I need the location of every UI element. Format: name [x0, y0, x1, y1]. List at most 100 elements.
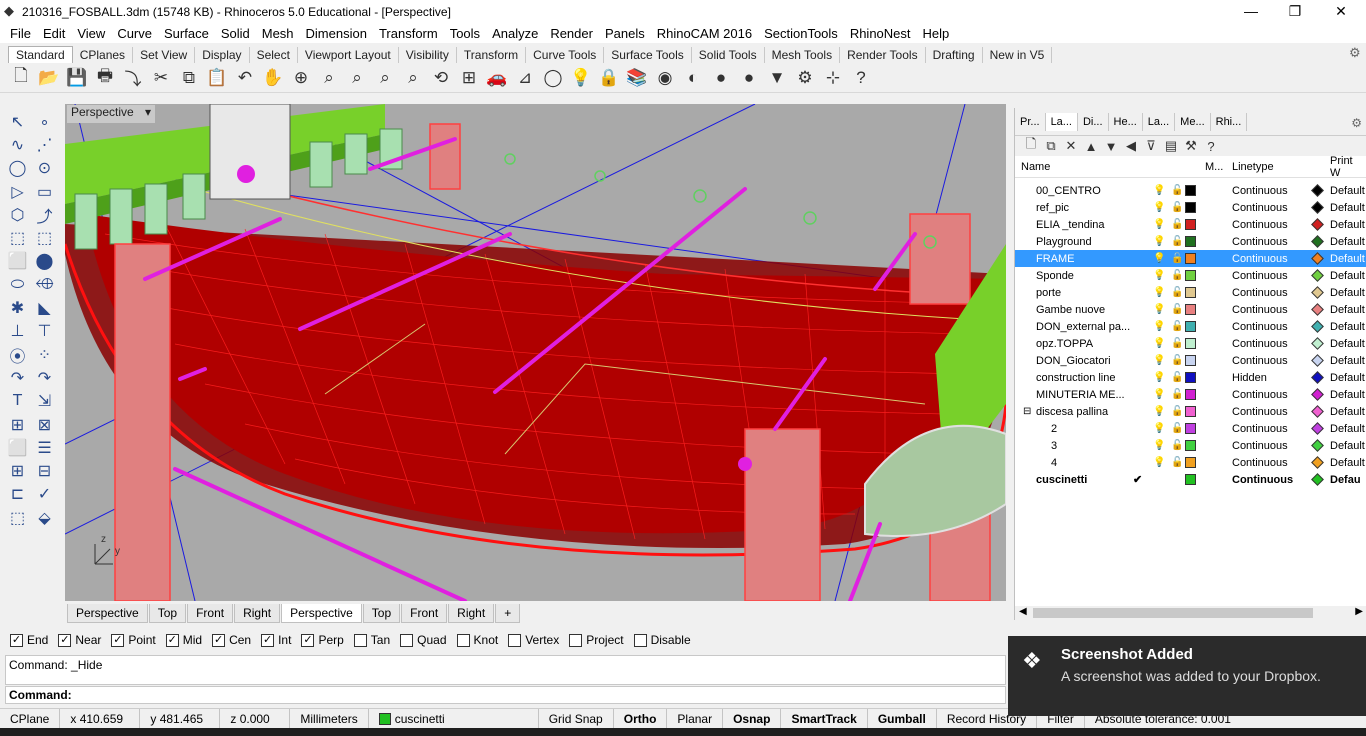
layer-row[interactable]: DON_external pa... 💡 🔓 Continuous Default — [1015, 318, 1366, 335]
viewport-tab-right[interactable]: Right — [234, 603, 281, 623]
toolbar-tab-drafting[interactable]: Drafting — [926, 47, 983, 63]
status-smarttrack[interactable]: SmartTrack — [781, 708, 868, 729]
layer-tool-icon[interactable]: ▤ — [1161, 138, 1181, 154]
layer-name[interactable]: discesa pallina — [1036, 406, 1136, 418]
layer-name[interactable]: ELIA _tendina — [1036, 219, 1136, 231]
paste-icon[interactable]: 📋 — [204, 65, 230, 91]
layer-print-width[interactable]: Default — [1330, 406, 1365, 418]
layer-name[interactable]: Sponde — [1036, 270, 1136, 282]
toolbar-tab-curve-tools[interactable]: Curve Tools — [526, 47, 605, 63]
layer-row[interactable]: FRAME 💡 🔓 Continuous Default — [1015, 250, 1366, 267]
layer-name[interactable]: opz.TOPPA — [1036, 338, 1136, 350]
toolbar-tab-set-view[interactable]: Set View — [133, 47, 196, 63]
layer-row[interactable]: 2 💡 🔓 Continuous Default — [1015, 420, 1366, 437]
layer-color-swatch[interactable] — [1185, 321, 1196, 332]
toolbar-tab-render-tools[interactable]: Render Tools — [840, 47, 926, 63]
viewport-title[interactable]: Perspective ▾ — [67, 105, 156, 123]
layer-print-width[interactable]: Defau — [1330, 474, 1361, 486]
layer-print-width[interactable]: Default — [1330, 270, 1365, 282]
print-color-icon[interactable] — [1311, 371, 1324, 384]
layer-row[interactable]: cuscinetti ✔ Continuous Defau — [1015, 471, 1366, 488]
cut-icon[interactable]: ✂ — [148, 65, 174, 91]
layer-name[interactable]: DON_external pa... — [1036, 321, 1136, 333]
viewport-tab-front[interactable]: Front — [401, 603, 448, 623]
menu-analyze[interactable]: Analyze — [486, 26, 544, 41]
print-icon[interactable]: 🖶 — [92, 65, 118, 91]
left-tool-icon[interactable]: ⊏ — [4, 483, 31, 506]
layer-linetype[interactable]: Continuous — [1232, 355, 1288, 367]
layer-color-swatch[interactable] — [1185, 389, 1196, 400]
panel-settings-icon[interactable]: ⚙ — [1351, 116, 1362, 130]
toolbar-tab-standard[interactable]: Standard — [8, 46, 73, 63]
light-bulb-icon[interactable]: 💡 — [1153, 321, 1165, 332]
layer-row[interactable]: 4 💡 🔓 Continuous Default — [1015, 454, 1366, 471]
layer-print-width[interactable]: Default — [1330, 202, 1365, 214]
menu-solid[interactable]: Solid — [215, 26, 256, 41]
layer-print-width[interactable]: Default — [1330, 440, 1365, 452]
layer-linetype[interactable]: Continuous — [1232, 423, 1288, 435]
left-tool-icon[interactable]: ◣ — [31, 296, 58, 319]
layer-print-width[interactable]: Default — [1330, 304, 1365, 316]
layer-linetype[interactable]: Continuous — [1232, 389, 1288, 401]
osnap-knot[interactable]: Knot — [456, 633, 498, 647]
layer-linetype[interactable]: Continuous — [1232, 440, 1288, 452]
light-bulb-icon[interactable]: 💡 — [1153, 304, 1165, 315]
menu-curve[interactable]: Curve — [111, 26, 158, 41]
close-button[interactable]: ✕ — [1318, 0, 1364, 23]
osnap-cen[interactable]: ✓ Cen — [212, 633, 251, 647]
menu-file[interactable]: File — [4, 26, 37, 41]
layer-name[interactable]: 3 — [1051, 440, 1151, 452]
print-color-icon[interactable] — [1311, 405, 1324, 418]
panel-tab-1[interactable]: La... — [1045, 112, 1078, 131]
viewport-tab-top[interactable]: Top — [362, 603, 401, 623]
left-tool-icon[interactable]: ▭ — [31, 180, 58, 203]
layer-name[interactable]: construction line — [1036, 372, 1136, 384]
left-tool-icon[interactable]: ⬙ — [31, 506, 58, 529]
car-icon[interactable]: 🚗 — [484, 65, 510, 91]
left-tool-icon[interactable]: ⇲ — [31, 390, 58, 413]
unlock-icon[interactable]: 🔓 — [1171, 372, 1183, 383]
layer-linetype[interactable]: Hidden — [1232, 372, 1267, 384]
layer-color-swatch[interactable] — [1185, 372, 1196, 383]
add-viewport-tab-icon[interactable]: + — [495, 603, 521, 623]
layer-linetype[interactable]: Continuous — [1232, 321, 1288, 333]
print-color-icon[interactable] — [1311, 303, 1324, 316]
left-tool-icon[interactable]: ↷ — [31, 366, 58, 389]
checkbox-icon[interactable]: ✓ — [165, 633, 179, 647]
checkbox-icon[interactable] — [508, 633, 522, 647]
left-tool-icon[interactable]: ⬤ — [31, 250, 58, 273]
light-bulb-icon[interactable]: 💡 — [1153, 202, 1165, 213]
layer-name[interactable]: cuscinetti — [1036, 474, 1136, 486]
zoom-extents-icon[interactable]: ⌕ — [372, 65, 398, 91]
checkbox-icon[interactable] — [456, 633, 470, 647]
checkbox-icon[interactable]: ✓ — [10, 633, 23, 647]
status-planar[interactable]: Planar — [667, 708, 724, 729]
left-tool-icon[interactable]: ⊤ — [31, 320, 58, 343]
layer-tool-icon[interactable]: ⚒ — [1181, 138, 1201, 154]
layer-color-swatch[interactable] — [1185, 423, 1196, 434]
unlock-icon[interactable]: 🔓 — [1171, 355, 1183, 366]
units-label[interactable]: Millimeters — [290, 708, 369, 729]
menu-surface[interactable]: Surface — [158, 26, 215, 41]
menu-view[interactable]: View — [71, 26, 111, 41]
cplane-icon[interactable]: ⊿ — [512, 65, 538, 91]
viewport-tab-top[interactable]: Top — [148, 603, 187, 623]
light-bulb-icon[interactable]: 💡 — [1153, 338, 1165, 349]
checkbox-icon[interactable]: ✓ — [261, 633, 275, 647]
toolbar-tab-solid-tools[interactable]: Solid Tools — [692, 47, 765, 63]
unlock-icon[interactable]: 🔓 — [1171, 219, 1183, 230]
layer-linetype[interactable]: Continuous — [1232, 202, 1288, 214]
panel-tab-2[interactable]: Di... — [1078, 112, 1109, 131]
status-gumball[interactable]: Gumball — [868, 708, 937, 729]
print-color-icon[interactable] — [1311, 422, 1324, 435]
collapse-icon[interactable]: ⊟ — [1023, 406, 1031, 417]
print-color-icon[interactable] — [1311, 201, 1324, 214]
osnap-near[interactable]: ✓ Near — [58, 633, 101, 647]
light-bulb-icon[interactable]: 💡 — [1153, 406, 1165, 417]
left-tool-icon[interactable]: ⁘ — [31, 343, 58, 366]
layer-print-width[interactable]: Default — [1330, 423, 1365, 435]
light-bulb-icon[interactable]: 💡 — [1153, 270, 1165, 281]
print-color-icon[interactable] — [1311, 354, 1324, 367]
print-color-icon[interactable] — [1311, 439, 1324, 452]
viewport-tab-perspective[interactable]: Perspective — [281, 603, 362, 623]
